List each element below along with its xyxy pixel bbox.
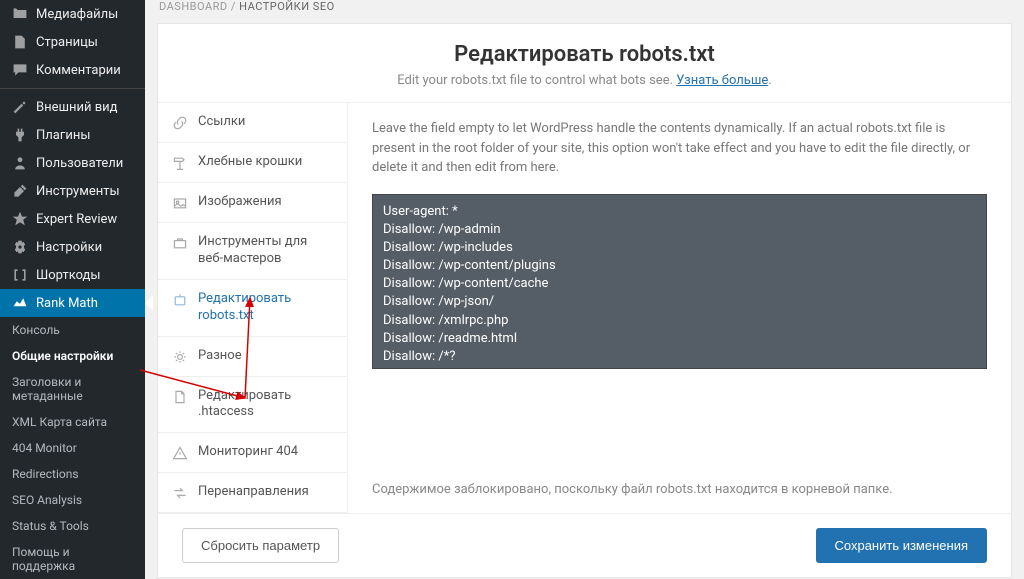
- submenu-general-settings[interactable]: Общие настройки: [0, 343, 145, 369]
- sidebar-item-label: Rank Math: [36, 296, 98, 311]
- tab-label: Мониторинг 404: [198, 444, 298, 461]
- sidebar-item-plugins[interactable]: Плагины: [0, 121, 145, 149]
- tab-label: Редактировать .htaccess: [198, 388, 333, 422]
- sidebar-item-expert-review[interactable]: Expert Review: [0, 205, 145, 233]
- sidebar-item-label: Настройки: [36, 240, 102, 255]
- tools-icon: [10, 183, 30, 199]
- tab-label: Редактировать robots.txt: [198, 291, 333, 325]
- tab-edit-robots[interactable]: Редактировать robots.txt: [158, 280, 347, 337]
- sidebar-item-pages[interactable]: Страницы: [0, 28, 145, 56]
- sidebar-item-settings[interactable]: Настройки: [0, 233, 145, 261]
- star-icon: [10, 211, 30, 227]
- reset-button[interactable]: Сбросить параметр: [182, 528, 339, 563]
- submenu-xml-sitemap[interactable]: XML Карта сайта: [0, 409, 145, 435]
- sidebar-item-appearance[interactable]: Внешний вид: [0, 88, 145, 121]
- images-icon: [172, 195, 190, 211]
- submenu-console[interactable]: Консоль: [0, 317, 145, 343]
- tab-edit-htaccess[interactable]: Редактировать .htaccess: [158, 377, 347, 434]
- field-description: Leave the field empty to let WordPress h…: [372, 119, 987, 178]
- settings-tabs: Ссылки Хлебные крошки Изображения Инстру…: [158, 103, 348, 513]
- breadcrumb: DASHBOARD / НАСТРОЙКИ SEO: [145, 0, 1024, 23]
- sidebar-item-label: Медиафайлы: [36, 7, 118, 22]
- submenu-redirections[interactable]: Redirections: [0, 461, 145, 487]
- sidebar-item-label: Инструменты: [36, 184, 120, 199]
- comments-icon: [10, 62, 30, 78]
- warning-icon: [172, 445, 190, 461]
- tab-label: Разное: [198, 348, 242, 365]
- blocked-notice: Содержимое заблокировано, поскольку файл…: [372, 482, 987, 497]
- tab-label: Перенаправления: [198, 484, 309, 501]
- gear-icon: [172, 349, 190, 365]
- tab-label: Изображения: [198, 194, 282, 211]
- submenu-titles-meta[interactable]: Заголовки и метаданные: [0, 369, 145, 409]
- page-subtitle: Edit your robots.txt file to control wha…: [178, 73, 991, 88]
- submenu-status-tools[interactable]: Status & Tools: [0, 513, 145, 539]
- submenu-seo-analysis[interactable]: SEO Analysis: [0, 487, 145, 513]
- robots-textarea[interactable]: [372, 194, 987, 369]
- rank-math-icon: [10, 295, 30, 311]
- sidebar-item-tools[interactable]: Инструменты: [0, 177, 145, 205]
- tab-label: Ссылки: [198, 114, 245, 131]
- shortcodes-icon: [10, 267, 30, 283]
- tab-webmaster-tools[interactable]: Инструменты для веб-мастеров: [158, 223, 347, 280]
- sidebar-item-label: Плагины: [36, 128, 90, 143]
- submenu-help[interactable]: Помощь и поддержка: [0, 539, 145, 579]
- tab-label: Инструменты для веб-мастеров: [198, 234, 333, 268]
- plugins-icon: [10, 127, 30, 143]
- link-icon: [172, 115, 190, 131]
- tab-redirects[interactable]: Перенаправления: [158, 473, 347, 513]
- file-icon: [172, 389, 190, 405]
- signpost-icon: [172, 155, 190, 171]
- briefcase-icon: [172, 235, 190, 251]
- tab-404-monitor[interactable]: Мониторинг 404: [158, 433, 347, 473]
- sidebar-item-label: Пользователи: [36, 156, 123, 171]
- media-icon: [10, 6, 30, 22]
- sidebar-item-comments[interactable]: Комментарии: [0, 56, 145, 84]
- sidebar-item-label: Страницы: [36, 35, 98, 50]
- redirect-icon: [172, 485, 190, 501]
- tab-breadcrumbs[interactable]: Хлебные крошки: [158, 143, 347, 183]
- tab-links[interactable]: Ссылки: [158, 103, 347, 143]
- sidebar-item-shortcodes[interactable]: Шорткоды: [0, 261, 145, 289]
- submenu-404-monitor[interactable]: 404 Monitor: [0, 435, 145, 461]
- sidebar-item-users[interactable]: Пользователи: [0, 149, 145, 177]
- users-icon: [10, 155, 30, 171]
- breadcrumb-sep: /: [228, 0, 240, 13]
- tab-label: Хлебные крошки: [198, 154, 302, 171]
- settings-icon: [10, 239, 30, 255]
- sidebar-item-label: Expert Review: [36, 212, 117, 227]
- sidebar-item-label: Комментарии: [36, 63, 121, 78]
- pages-icon: [10, 34, 30, 50]
- save-button[interactable]: Сохранить изменения: [816, 528, 988, 563]
- breadcrumb-current: НАСТРОЙКИ SEO: [239, 0, 334, 13]
- breadcrumb-root[interactable]: DASHBOARD: [159, 0, 228, 13]
- robot-icon: [172, 292, 190, 308]
- settings-panel: Редактировать robots.txt Edit your robot…: [157, 23, 1012, 578]
- sidebar-item-label: Шорткоды: [36, 268, 100, 283]
- sidebar-item-label: Внешний вид: [36, 100, 118, 115]
- tab-misc[interactable]: Разное: [158, 337, 347, 377]
- wp-admin-sidebar: Медиафайлы Страницы Комментарии Внешний …: [0, 0, 145, 579]
- tab-images[interactable]: Изображения: [158, 183, 347, 223]
- learn-more-link[interactable]: Узнать больше: [676, 73, 768, 88]
- sidebar-item-rank-math[interactable]: Rank Math: [0, 289, 145, 317]
- sidebar-item-media[interactable]: Медиафайлы: [0, 0, 145, 28]
- appearance-icon: [10, 99, 30, 115]
- page-title: Редактировать robots.txt: [178, 42, 991, 67]
